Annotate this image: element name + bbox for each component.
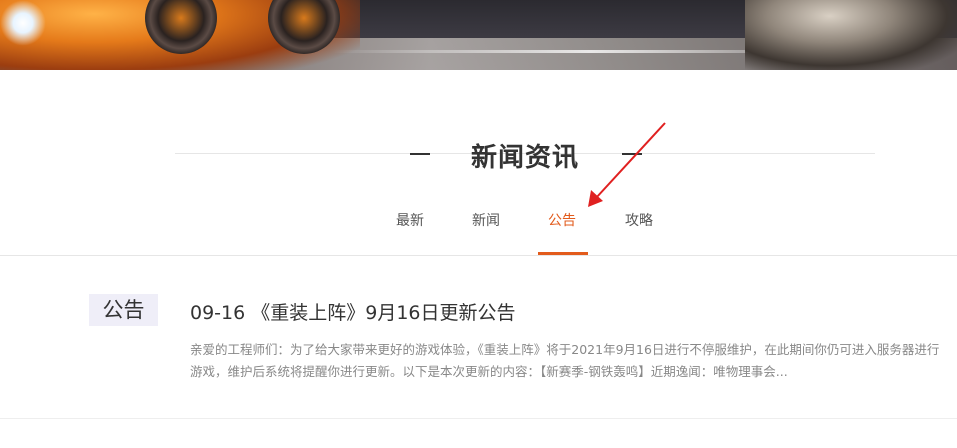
tabs-divider bbox=[0, 255, 957, 256]
news-summary: 亲爱的工程师们：为了给大家带来更好的游戏体验，《重装上阵》将于2021年9月16… bbox=[190, 342, 940, 379]
heading-divider-line bbox=[175, 153, 875, 154]
section-title-text: 新闻资讯 bbox=[470, 143, 579, 173]
tab-news[interactable]: 新闻 bbox=[456, 210, 516, 230]
tab-latest[interactable]: 最新 bbox=[380, 210, 440, 230]
banner-headlight bbox=[0, 0, 46, 46]
heading-dash-left bbox=[410, 153, 430, 155]
news-title-link[interactable]: 09-16 《重装上阵》9月16日更新公告 bbox=[190, 298, 516, 325]
banner-mech-right bbox=[745, 0, 957, 70]
section-title: 新闻资讯 bbox=[0, 137, 957, 174]
category-badge: 公告 bbox=[89, 294, 158, 326]
tab-announcement[interactable]: 公告 bbox=[532, 210, 592, 230]
list-divider bbox=[0, 418, 957, 419]
tab-guides[interactable]: 攻略 bbox=[609, 210, 669, 230]
hero-banner-image bbox=[0, 0, 957, 70]
heading-dash-right bbox=[622, 153, 642, 155]
